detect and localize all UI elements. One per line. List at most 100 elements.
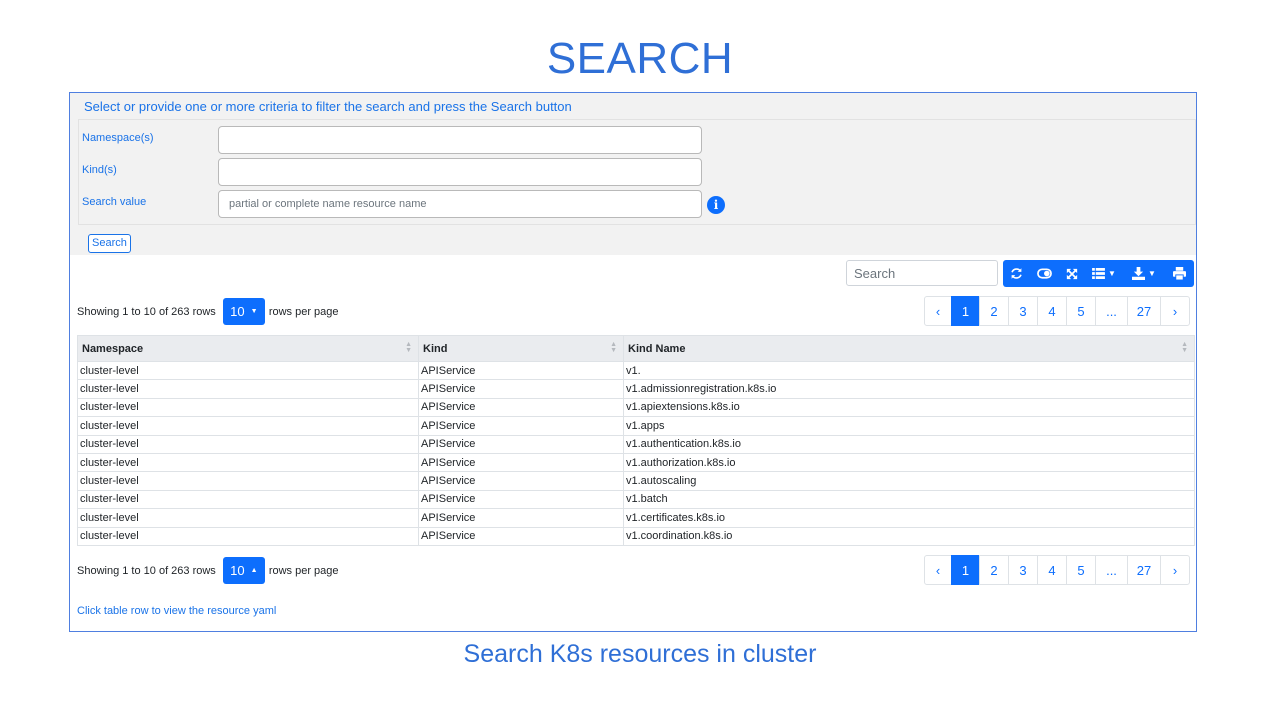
namespace-cell: cluster-level (77, 416, 419, 436)
sort-icon: ▲ ▼ (610, 341, 617, 354)
rows-per-page-label: rows per page (268, 305, 339, 318)
search-panel: Select or provide one or more criteria t… (69, 92, 1197, 632)
info-icon[interactable]: i (707, 196, 725, 214)
table-row[interactable]: cluster-level APIService v1.apiextensions.… (77, 397, 1195, 418)
page-4[interactable]: 4 (1037, 555, 1067, 585)
table-row[interactable]: cluster-level APIService v1.admissionregis… (77, 379, 1195, 399)
column-header-namespace[interactable]: Namespace ▲ ▼ (77, 335, 419, 362)
page-size-value: 10 (230, 563, 245, 578)
page-5[interactable]: 5 (1066, 555, 1096, 585)
rows-per-page-label: rows per page (268, 564, 339, 577)
kind-name-cell: v1.authentication.k8s.io (623, 434, 1195, 454)
toggle-icon (1036, 268, 1052, 279)
kind-name-cell: v1.autoscaling (623, 471, 1195, 491)
columns-icon (1092, 268, 1105, 279)
kind-label: Kind(s) (82, 164, 117, 176)
refresh-button[interactable] (1003, 260, 1030, 287)
column-header-label: Kind Name (628, 342, 686, 355)
page-size-dropdown[interactable]: 10 ▲ (222, 557, 265, 584)
namespace-cell: cluster-level (77, 360, 419, 381)
page-2[interactable]: 2 (979, 555, 1009, 585)
chevron-down-icon: ▼ (250, 307, 258, 315)
print-icon (1173, 267, 1186, 280)
page-4[interactable]: 4 (1037, 296, 1067, 326)
print-button[interactable] (1165, 260, 1194, 287)
kind-cell: APIService (418, 489, 624, 510)
rows-info: Showing 1 to 10 of 263 rows (77, 564, 216, 577)
kind-name-cell: v1. (623, 360, 1195, 381)
table-row[interactable]: cluster-level APIService v1.batch (77, 489, 1195, 510)
toggle-view-button[interactable] (1030, 260, 1058, 287)
fullscreen-icon (1066, 268, 1077, 279)
search-instructions: Select or provide one or more criteria t… (84, 99, 572, 114)
search-value-input[interactable] (218, 190, 702, 218)
table-toolbar: ▼ ▼ (1003, 260, 1194, 287)
table-row[interactable]: cluster-level APIService v1.authentication… (77, 434, 1195, 454)
column-header-kind-name[interactable]: Kind Name ▲ ▼ (623, 335, 1195, 362)
table-search-input[interactable] (846, 260, 998, 286)
pagination-info-bottom: Showing 1 to 10 of 263 rows 10 ▲ rows pe… (77, 557, 339, 584)
rows-info: Showing 1 to 10 of 263 rows (77, 305, 216, 318)
page-ellipsis[interactable]: ... (1095, 296, 1128, 326)
kind-name-cell: v1.batch (623, 489, 1195, 510)
table-row[interactable]: cluster-level APIService v1.apps (77, 416, 1195, 436)
kind-cell: APIService (418, 508, 624, 528)
refresh-icon (1011, 268, 1022, 279)
kind-name-cell: v1.coordination.k8s.io (623, 526, 1195, 546)
fullscreen-button[interactable] (1058, 260, 1085, 287)
table-row[interactable]: cluster-level APIService v1.certificates.k… (77, 508, 1195, 528)
kind-input[interactable] (218, 158, 702, 186)
namespace-cell: cluster-level (77, 526, 419, 546)
page-next[interactable]: › (1160, 296, 1190, 326)
kind-name-cell: v1.admissionregistration.k8s.io (623, 379, 1195, 399)
column-header-kind[interactable]: Kind ▲ ▼ (418, 335, 624, 362)
page-1[interactable]: 1 (951, 555, 980, 585)
table-row[interactable]: cluster-level APIService v1. (77, 360, 1195, 381)
search-button[interactable]: Search (88, 234, 131, 253)
page-1[interactable]: 1 (951, 296, 980, 326)
pagination-top: ‹ 1 2 3 4 5 ... 27 › (924, 296, 1190, 326)
column-header-label: Namespace (82, 342, 144, 355)
page-2[interactable]: 2 (979, 296, 1009, 326)
export-button[interactable]: ▼ (1123, 260, 1165, 287)
columns-button[interactable]: ▼ (1085, 260, 1123, 287)
page-3[interactable]: 3 (1008, 296, 1038, 326)
kind-name-cell: v1.apiextensions.k8s.io (623, 397, 1195, 418)
kind-cell: APIService (418, 526, 624, 546)
namespace-cell: cluster-level (77, 508, 419, 528)
pagination-bottom: ‹ 1 2 3 4 5 ... 27 › (924, 555, 1190, 585)
kind-cell: APIService (418, 434, 624, 454)
page-5[interactable]: 5 (1066, 296, 1096, 326)
slide-caption: Search K8s resources in cluster (463, 640, 817, 668)
chevron-up-icon: ▲ (250, 566, 258, 574)
sort-icon: ▲ ▼ (405, 341, 412, 354)
kind-name-cell: v1.apps (623, 416, 1195, 436)
page-next[interactable]: › (1160, 555, 1190, 585)
page-3[interactable]: 3 (1008, 555, 1038, 585)
table-row[interactable]: cluster-level APIService v1.authorization.… (77, 452, 1195, 473)
kind-cell: APIService (418, 397, 624, 418)
page-27[interactable]: 27 (1127, 296, 1161, 326)
table-row[interactable]: cluster-level APIService v1.coordination.k… (77, 526, 1195, 546)
chevron-down-icon: ▼ (1148, 268, 1156, 278)
page-size-value: 10 (230, 304, 245, 319)
page-title: SEARCH (546, 34, 734, 83)
page-prev[interactable]: ‹ (924, 296, 952, 326)
page-27[interactable]: 27 (1127, 555, 1161, 585)
kind-cell: APIService (418, 452, 624, 473)
kind-name-cell: v1.authorization.k8s.io (623, 452, 1195, 473)
chevron-down-icon: ▼ (1108, 268, 1116, 278)
namespace-label: Namespace(s) (82, 132, 154, 144)
kind-cell: APIService (418, 379, 624, 399)
page-size-dropdown[interactable]: 10 ▼ (222, 298, 265, 325)
page-prev[interactable]: ‹ (924, 555, 952, 585)
page-ellipsis[interactable]: ... (1095, 555, 1128, 585)
search-value-label: Search value (82, 196, 147, 208)
kind-cell: APIService (418, 416, 624, 436)
sort-icon: ▲ ▼ (1181, 341, 1188, 354)
column-header-label: Kind (423, 342, 448, 355)
namespace-cell: cluster-level (77, 452, 419, 473)
namespace-input[interactable] (218, 126, 702, 154)
kind-cell: APIService (418, 471, 624, 491)
table-row[interactable]: cluster-level APIService v1.autoscaling (77, 471, 1195, 491)
